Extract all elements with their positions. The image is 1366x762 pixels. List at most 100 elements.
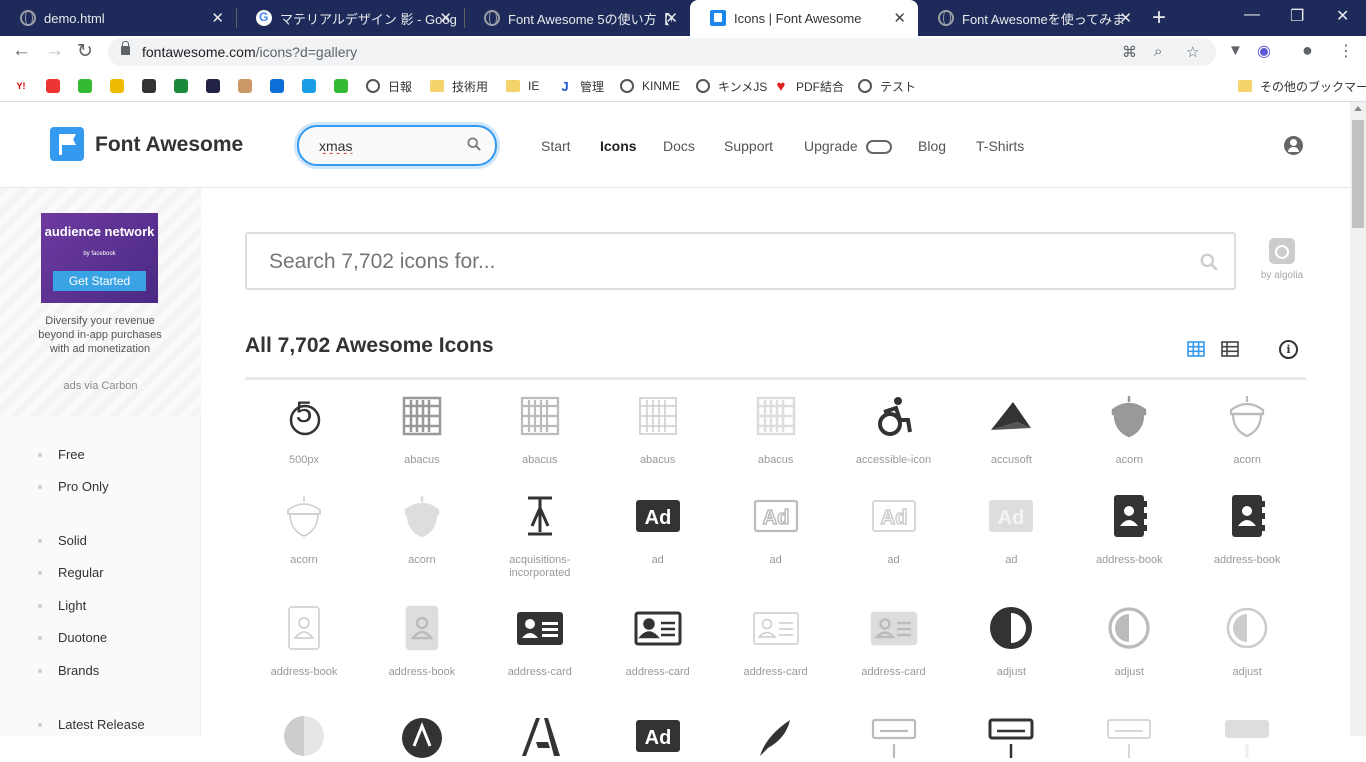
translate-icon[interactable]: ⌘ [1122,43,1137,61]
icon-card[interactable] [363,710,481,762]
bookmark-16[interactable]: キンメJS [696,77,767,95]
nav-blog[interactable]: Blog [918,138,946,154]
user-icon[interactable] [1284,136,1303,155]
filter-pro-only[interactable]: Pro Only [38,479,109,494]
icon-card[interactable] [1188,710,1306,762]
maximize-button[interactable]: ❐ [1290,6,1304,26]
scroll-up-arrow[interactable] [1354,106,1362,111]
bookmark-0[interactable]: Y! [14,77,36,95]
icon-card[interactable] [245,710,363,762]
icon-card[interactable]: abacus [599,390,717,467]
icon-card[interactable]: Ad [599,710,717,762]
bookmark-7[interactable] [238,77,260,95]
bookmark-3[interactable] [110,77,132,95]
star-icon[interactable]: ☆ [1186,43,1199,61]
search-icon[interactable] [1200,253,1218,271]
ad-image[interactable]: audience network by facebook Get Started [41,213,158,303]
ad-text[interactable]: Diversify your revenue beyond in-app pur… [36,314,164,356]
other-bookmarks[interactable]: その他のブックマーク [1238,77,1366,95]
nav-start[interactable]: Start [541,138,571,154]
new-tab-button[interactable]: + [1152,4,1166,32]
filter-regular[interactable]: Regular [38,565,104,580]
icon-card[interactable]: Ad ad [599,490,717,567]
icon-card[interactable]: acorn [363,490,481,567]
icon-card[interactable]: adjust [1188,602,1306,679]
browser-tab[interactable]: マテリアルデザイン 影 - Google 検 ✕ [236,0,464,36]
bookmark-14[interactable]: J 管理 [558,77,604,95]
reload-icon[interactable]: ↻ [77,40,93,63]
icon-card[interactable]: address-book [1188,490,1306,567]
icon-card[interactable]: address-card [835,602,953,679]
extension-check-icon[interactable]: ◉ [1257,41,1271,61]
back-arrow-icon[interactable]: ← [12,40,31,62]
icon-card[interactable]: Ad ad [717,490,835,567]
nav-icons[interactable]: Icons [600,138,637,154]
close-icon[interactable]: ✕ [1119,9,1132,27]
ads-via-carbon-link[interactable]: ads via Carbon [0,380,201,392]
info-icon[interactable]: i [1279,340,1298,359]
menu-dots-icon[interactable]: ⋮ [1338,41,1354,61]
icon-card[interactable]: adjust [952,602,1070,679]
address-bar[interactable]: fontawesome.com/icons?d=gallery ⌘ ⌕ ☆ [108,38,1216,66]
bookmark-5[interactable] [174,77,196,95]
header-search[interactable] [297,125,497,166]
bookmark-2[interactable] [78,77,100,95]
icon-card[interactable]: accusoft [952,390,1070,467]
nav-upgrade[interactable]: Upgrade [804,138,858,154]
algolia-badge[interactable]: by algolia [1252,238,1312,281]
bookmark-8[interactable] [270,77,292,95]
nav-support[interactable]: Support [724,138,773,154]
browser-tab[interactable]: Font Awesomeを使ってみました - ✕ [918,0,1144,36]
close-icon[interactable]: ✕ [665,9,678,27]
minimize-button[interactable]: — [1244,6,1260,24]
brand-name[interactable]: Font Awesome [95,133,243,157]
filter-solid[interactable]: Solid [38,533,87,548]
icon-card[interactable]: 5 500px [245,390,363,467]
close-icon[interactable]: ✕ [893,9,906,27]
icon-card[interactable]: acorn [245,490,363,567]
scroll-thumb[interactable] [1352,120,1364,228]
icon-card[interactable] [952,710,1070,762]
close-icon[interactable]: ✕ [439,9,452,27]
extension-icon[interactable]: ▼ [1228,42,1243,59]
icon-card[interactable]: address-book [363,602,481,679]
header-search-input[interactable] [319,138,459,154]
icon-search[interactable] [245,232,1236,290]
bookmark-17[interactable]: ♥ PDF結合 [774,77,844,95]
icon-card[interactable]: adjust [1070,602,1188,679]
bookmark-18[interactable]: テスト [858,77,916,95]
icon-card[interactable]: acorn [1188,390,1306,467]
window-close-button[interactable]: ✕ [1336,6,1349,26]
icon-card[interactable]: address-card [481,602,599,679]
profile-icon[interactable]: ● [1302,40,1313,61]
browser-tab[interactable]: Font Awesome 5の使い方【Web ✕ [464,0,690,36]
icon-card[interactable] [1070,710,1188,762]
filter-free[interactable]: Free [38,447,85,462]
bookmark-6[interactable] [206,77,228,95]
icon-card[interactable]: abacus [363,390,481,467]
bookmark-9[interactable] [302,77,324,95]
close-icon[interactable]: ✕ [211,9,224,27]
browser-tab[interactable]: demo.html ✕ [0,0,236,36]
page-scrollbar[interactable] [1350,102,1366,736]
bookmark-1[interactable] [46,77,68,95]
icon-card[interactable]: abacus [717,390,835,467]
forward-arrow-icon[interactable]: → [45,40,64,62]
bookmark-11[interactable]: 日報 [366,77,412,95]
icon-card[interactable]: Ad ad [835,490,953,567]
zoom-icon[interactable]: ⌕ [1154,43,1162,60]
grid-view-icon[interactable] [1187,341,1205,357]
filter-duotone[interactable]: Duotone [37,630,107,645]
icon-card[interactable]: abacus [481,390,599,467]
browser-tab-active[interactable]: Icons | Font Awesome ✕ [690,0,918,36]
nav-docs[interactable]: Docs [663,138,695,154]
icon-card[interactable] [481,710,599,762]
bookmark-13[interactable]: IE [506,77,539,95]
bookmark-15[interactable]: KINME [620,77,680,95]
icon-card[interactable]: address-book [245,602,363,679]
icon-card[interactable]: address-book [1070,490,1188,567]
font-awesome-logo-icon[interactable] [50,127,84,161]
icon-card[interactable]: acorn [1070,390,1188,467]
table-view-icon[interactable] [1221,341,1239,357]
ad-get-started-button[interactable]: Get Started [53,271,146,291]
